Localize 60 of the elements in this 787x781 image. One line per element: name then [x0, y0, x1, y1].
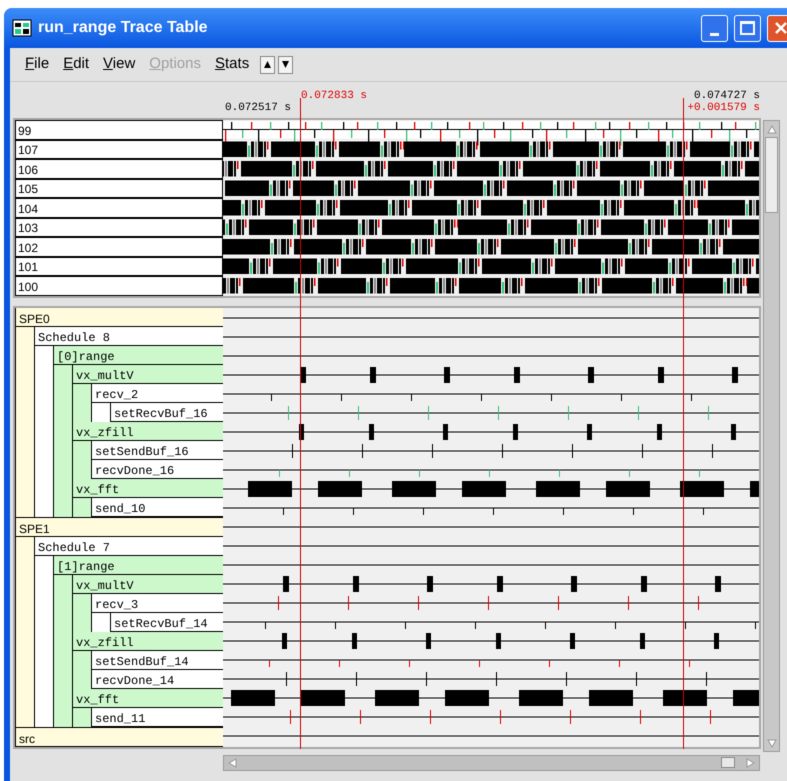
processor-label[interactable]: 99: [18, 124, 32, 138]
tree-label[interactable]: recv_3: [95, 598, 138, 610]
tree-label[interactable]: [1]range: [57, 560, 115, 572]
minimize-icon: [710, 32, 719, 36]
scroll-up-button[interactable]: [260, 56, 276, 74]
tree-label[interactable]: vx_zfill: [76, 426, 134, 438]
tree-label[interactable]: Schedule 7: [38, 542, 110, 554]
tree-label[interactable]: [0]range: [57, 350, 115, 362]
processor-label[interactable]: 107: [18, 144, 38, 158]
cursor-delta: +0.001579 s: [687, 100, 760, 116]
cursor-time: 0.072833 s: [301, 89, 368, 104]
time-start: 0.072517 s: [225, 100, 292, 116]
scroll-right-icon[interactable]: [745, 756, 757, 768]
tree-label[interactable]: SPE0: [19, 312, 50, 324]
close-icon: [774, 21, 787, 35]
scroll-left-icon[interactable]: [226, 756, 238, 768]
tree-label[interactable]: setRecvBuf_14: [114, 618, 208, 630]
tree-label[interactable]: setSendBuf_14: [95, 656, 189, 668]
tree-label[interactable]: vx_zfill: [76, 636, 134, 648]
processor-label[interactable]: 102: [18, 242, 38, 256]
tree-label[interactable]: recv_2: [95, 388, 138, 400]
app-icon: [12, 19, 32, 37]
tree-label[interactable]: setRecvBuf_16: [114, 408, 208, 420]
down-triangle-icon: [282, 61, 290, 68]
menu-item[interactable]: File: [20, 53, 54, 76]
tree-label[interactable]: send_10: [95, 502, 146, 514]
tree-label[interactable]: SPE1: [19, 522, 50, 534]
tree-label[interactable]: recvDone_16: [95, 464, 174, 476]
close-button[interactable]: [767, 14, 787, 42]
up-triangle-icon: [264, 61, 272, 68]
scroll-up-icon[interactable]: [766, 123, 778, 135]
processor-label[interactable]: 103: [18, 222, 38, 236]
tree-label[interactable]: send_11: [95, 712, 146, 724]
maximize-icon: [740, 21, 755, 35]
menu-item[interactable]: Stats: [210, 53, 254, 76]
tree-label[interactable]: src: [19, 732, 35, 744]
scroll-down-button[interactable]: [278, 56, 294, 74]
processor-label[interactable]: 101: [18, 261, 38, 275]
tree-label[interactable]: vx_multV: [76, 580, 134, 592]
tree-label[interactable]: Schedule 8: [38, 332, 110, 344]
maximize-button[interactable]: [734, 14, 761, 42]
menu-item[interactable]: Edit: [58, 53, 94, 76]
time-end: 0.074727 s: [694, 89, 760, 102]
vertical-scrollbar[interactable]: [763, 120, 780, 752]
scrollbar-thumb[interactable]: [765, 137, 778, 213]
tree-label[interactable]: recvDone_14: [95, 674, 174, 686]
processor-label[interactable]: 104: [18, 202, 38, 216]
window-title: run_range Trace Table: [38, 18, 208, 38]
minimize-button[interactable]: [701, 14, 728, 42]
processor-label[interactable]: 105: [18, 183, 38, 197]
scroll-down-icon[interactable]: [766, 737, 778, 749]
processor-label[interactable]: 106: [18, 164, 38, 178]
tree-label[interactable]: vx_fft: [76, 694, 120, 706]
tree-label[interactable]: vx_multV: [76, 370, 134, 382]
tree-label[interactable]: setSendBuf_16: [95, 446, 189, 458]
horizontal-scrollbar[interactable]: [223, 754, 760, 770]
scrollbar-thumb[interactable]: [721, 757, 735, 768]
processor-label[interactable]: 100: [18, 280, 38, 294]
menu-item[interactable]: View: [98, 53, 140, 76]
tree-label[interactable]: vx_fft: [76, 484, 120, 496]
